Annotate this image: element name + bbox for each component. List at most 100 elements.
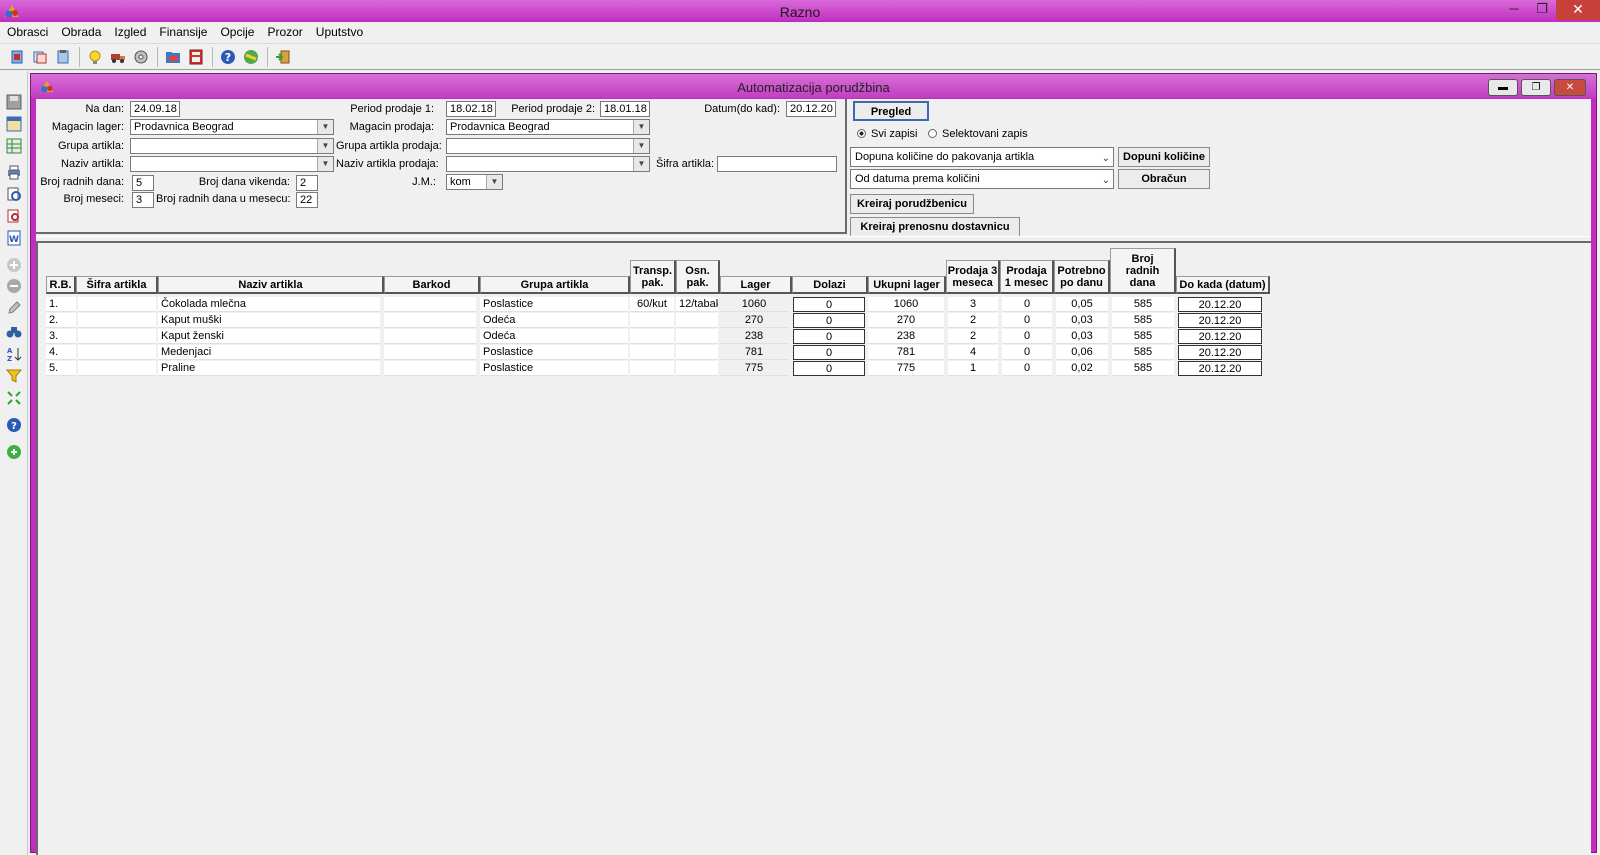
cell-dokada[interactable]: 20.12.20 (1178, 297, 1262, 312)
col-header-prod1[interactable]: Prodaja 1 mesec (1000, 260, 1054, 294)
period2-field[interactable]: 18.01.18 (600, 101, 650, 117)
menu-finansije[interactable]: Finansije (159, 22, 207, 42)
info-icon[interactable]: ? (5, 416, 23, 434)
save-icon[interactable] (5, 93, 23, 111)
exit-icon[interactable] (274, 48, 292, 66)
na-dan-field[interactable]: 24.09.18 (130, 101, 180, 117)
bulb-icon[interactable] (86, 48, 104, 66)
copy-icon[interactable] (31, 48, 49, 66)
obracun-button[interactable]: Obračun (1118, 169, 1210, 189)
naziv-prodaja-combo[interactable]: ▼ (446, 156, 650, 172)
col-header-naziv[interactable]: Naziv artikla (158, 276, 384, 294)
col-header-barkod[interactable]: Barkod (384, 276, 480, 294)
kreiraj-porudzbenicu-button[interactable]: Kreiraj porudžbenicu (850, 194, 974, 214)
col-header-broj[interactable]: Broj radnih dana (1110, 248, 1176, 294)
col-header-lager[interactable]: Lager (720, 276, 792, 294)
close-button[interactable]: ✕ (1556, 0, 1600, 20)
print-preview-icon[interactable] (5, 185, 23, 203)
word-export-icon[interactable]: W (5, 229, 23, 247)
menu-obrasci[interactable]: Obrasci (7, 22, 48, 42)
cell-dokada[interactable]: 20.12.20 (1178, 329, 1262, 344)
menu-uputstvo[interactable]: Uputstvo (316, 22, 363, 42)
datum-field[interactable]: 20.12.20 (786, 101, 836, 117)
radni-dani-field[interactable]: 5 (132, 175, 154, 191)
magacin-prodaja-combo[interactable]: Prodavnica Beograd ▼ (446, 119, 650, 135)
clipboard-icon[interactable] (54, 48, 72, 66)
chevron-down-icon[interactable]: ▼ (317, 157, 333, 171)
child-close-button[interactable]: ✕ (1554, 79, 1586, 96)
globe-icon[interactable] (242, 48, 260, 66)
help-icon[interactable]: ? (219, 48, 237, 66)
chevron-down-icon[interactable]: ▼ (633, 120, 649, 134)
cell-dolazi[interactable]: 0 (793, 345, 865, 360)
grupa-prodaja-combo[interactable]: ▼ (446, 138, 650, 154)
kreiraj-dostavnicu-button[interactable]: Kreiraj prenosnu dostavnicu (850, 217, 1020, 237)
chevron-down-icon[interactable]: ▼ (317, 120, 333, 134)
col-header-sifra[interactable]: Šifra artikla (76, 276, 158, 294)
svi-zapisi-radio[interactable]: Svi zapisi (857, 128, 917, 140)
search-doc-icon[interactable] (5, 207, 23, 225)
col-header-ukupni[interactable]: Ukupni lager (868, 276, 946, 294)
grupa-combo[interactable]: ▼ (130, 138, 334, 154)
cell-sifra (78, 345, 156, 360)
chevron-down-icon[interactable]: ▼ (317, 139, 333, 153)
naziv-combo[interactable]: ▼ (130, 156, 334, 172)
dopuni-button[interactable]: Dopuni količine (1118, 147, 1210, 167)
period1-field[interactable]: 18.02.18 (446, 101, 496, 117)
restore-button[interactable]: ❐ (1528, 0, 1556, 20)
meseci-field[interactable]: 3 (132, 192, 154, 208)
pregled-button[interactable]: Pregled (853, 101, 929, 121)
col-header-transp[interactable]: Transp. pak. (630, 260, 676, 294)
menu-obrada[interactable]: Obrada (61, 22, 101, 42)
truck-icon[interactable] (109, 48, 127, 66)
menu-prozor[interactable]: Prozor (267, 22, 302, 42)
cell-dolazi[interactable]: 0 (793, 313, 865, 328)
find-icon[interactable] (5, 323, 23, 341)
edit-icon[interactable] (5, 299, 23, 317)
col-header-dokada[interactable]: Do kada (datum) (1176, 276, 1270, 294)
table-icon[interactable] (5, 137, 23, 155)
grupa-prodaja-label: Grupa artikla prodaja: (336, 140, 442, 152)
folder-icon[interactable] (164, 48, 182, 66)
chevron-down-icon[interactable]: ▼ (633, 139, 649, 153)
radni-dani-mesec-field[interactable]: 22 (296, 192, 318, 208)
cell-dolazi[interactable]: 0 (793, 329, 865, 344)
mode-select[interactable]: Dopuna količine do pakovanja artikla ⌄ (850, 147, 1114, 167)
calculator-icon[interactable] (187, 48, 205, 66)
col-header-potrebno[interactable]: Potrebno po danu (1054, 260, 1110, 294)
filter-icon[interactable] (5, 367, 23, 385)
magacin-lager-combo[interactable]: Prodavnica Beograd ▼ (130, 119, 334, 135)
cell-dolazi[interactable]: 0 (793, 361, 865, 376)
cell-dokada[interactable]: 20.12.20 (1178, 345, 1262, 360)
calc-select[interactable]: Od datuma prema količini ⌄ (850, 169, 1114, 189)
open-file-icon[interactable] (8, 48, 26, 66)
col-header-rb[interactable]: R.B. (46, 276, 76, 294)
minimize-button[interactable]: ─ (1500, 0, 1528, 20)
child-restore-button[interactable]: ❐ (1521, 79, 1551, 96)
add-icon[interactable] (5, 256, 23, 274)
chevron-down-icon[interactable]: ▼ (633, 157, 649, 171)
col-header-osn[interactable]: Osn. pak. (676, 260, 720, 294)
jm-combo[interactable]: kom ▼ (446, 174, 503, 190)
menu-opcije[interactable]: Opcije (220, 22, 254, 42)
chevron-down-icon[interactable]: ▼ (486, 175, 502, 189)
expand-icon[interactable] (5, 389, 23, 407)
print-icon[interactable] (5, 163, 23, 181)
remove-icon[interactable] (5, 277, 23, 295)
menu-izgled[interactable]: Izgled (114, 22, 146, 42)
cell-dolazi[interactable]: 0 (793, 297, 865, 312)
vikend-field[interactable]: 2 (296, 175, 318, 191)
sifra-field[interactable] (717, 156, 837, 172)
form-icon[interactable] (5, 115, 23, 133)
col-header-grupa[interactable]: Grupa artikla (480, 276, 630, 294)
child-minimize-button[interactable]: ▬ (1488, 79, 1518, 96)
col-header-prod3[interactable]: Prodaja 3 meseca (946, 260, 1000, 294)
col-header-dolazi[interactable]: Dolazi (792, 276, 868, 294)
selektovani-zapis-radio[interactable]: Selektovani zapis (928, 128, 1028, 140)
child-body: Na dan: 24.09.18 Period prodaje 1: 18.02… (36, 99, 1591, 855)
next-icon[interactable] (5, 443, 23, 461)
cell-dokada[interactable]: 20.12.20 (1178, 313, 1262, 328)
sort-icon[interactable]: AZ (5, 345, 23, 363)
cell-dokada[interactable]: 20.12.20 (1178, 361, 1262, 376)
disc-icon[interactable] (132, 48, 150, 66)
